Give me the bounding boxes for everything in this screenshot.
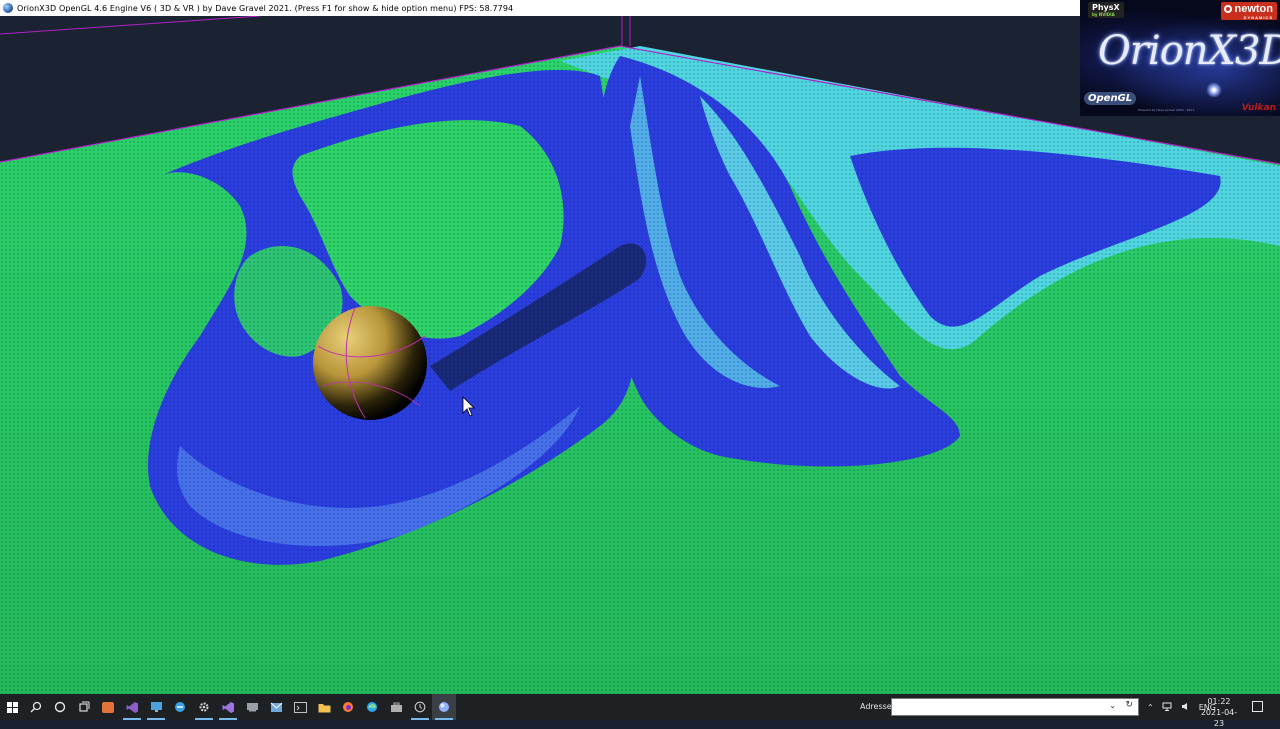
glow-star-icon <box>1206 82 1222 98</box>
chevron-down-icon[interactable]: ⌄ <box>1109 701 1116 710</box>
mail-icon[interactable] <box>264 694 288 720</box>
newton-gear-icon <box>1223 5 1232 13</box>
settings-gear-icon[interactable] <box>192 694 216 720</box>
firefox-icon[interactable] <box>336 694 360 720</box>
chevron-up-icon[interactable]: ⌃ <box>1143 703 1158 712</box>
refresh-icon[interactable]: ↻ <box>1125 700 1133 710</box>
network-icon[interactable] <box>1158 702 1177 713</box>
3d-viewport[interactable] <box>0 16 1280 694</box>
terminal-icon[interactable] <box>288 694 312 720</box>
task-view-icon[interactable] <box>72 694 96 720</box>
speaker-icon[interactable] <box>1177 702 1195 713</box>
address-input[interactable] <box>896 703 1100 720</box>
taskbar-clock[interactable]: 01:22 2021-04-23 <box>1198 696 1240 729</box>
window-title: OrionX3D OpenGL 4.6 Engine V6 ( 3D & VR … <box>17 3 514 13</box>
visual-studio-icon[interactable] <box>120 694 144 720</box>
orionx3d-sphere-icon <box>3 3 13 13</box>
orionx3d-running-icon[interactable] <box>432 694 456 720</box>
remote-desktop-icon[interactable] <box>240 694 264 720</box>
visual-studio-2019-icon[interactable] <box>216 694 240 720</box>
logo-fine-print: Powered by Dave Gravel 2000 - 2021 <box>1138 108 1195 112</box>
office-icon[interactable] <box>96 694 120 720</box>
physics-sphere <box>313 306 427 420</box>
edge-legacy-icon[interactable] <box>168 694 192 720</box>
clock-time: 01:22 <box>1207 697 1231 706</box>
vulkan-logo: Vulkan <box>1241 103 1276 113</box>
orionx3d-logo-panel: PhysX by NVIDIA newton DYNAMICS OrionX3D O… <box>1080 0 1280 116</box>
cortana-circle-icon[interactable] <box>48 694 72 720</box>
notification-center-icon[interactable] <box>1252 701 1263 712</box>
toolbox-icon[interactable] <box>384 694 408 720</box>
fluid-simulation-scene <box>0 16 1280 694</box>
opengl-logo: OpenGL <box>1084 92 1137 105</box>
clock-date: 2021-04-23 <box>1200 708 1238 728</box>
physx-logo: PhysX by NVIDIA <box>1088 2 1124 18</box>
address-toolbar-label: Adresse <box>860 702 892 711</box>
edge-icon[interactable] <box>360 694 384 720</box>
address-toolbar[interactable]: ⌄ ↻ <box>891 698 1139 720</box>
search-icon[interactable] <box>24 694 48 720</box>
start-windows-icon[interactable] <box>0 694 24 720</box>
orionx3d-brand-logo: OrionX3D <box>1098 28 1280 74</box>
file-explorer-icon[interactable] <box>312 694 336 720</box>
windows-taskbar: Adresse ⌄ ↻ ⌃ ENG 01:22 2021-04-23 <box>0 694 1280 728</box>
clock-app-icon[interactable] <box>408 694 432 720</box>
newton-dynamics-logo: newton DYNAMICS <box>1220 2 1277 20</box>
monitor-app-icon[interactable] <box>144 694 168 720</box>
